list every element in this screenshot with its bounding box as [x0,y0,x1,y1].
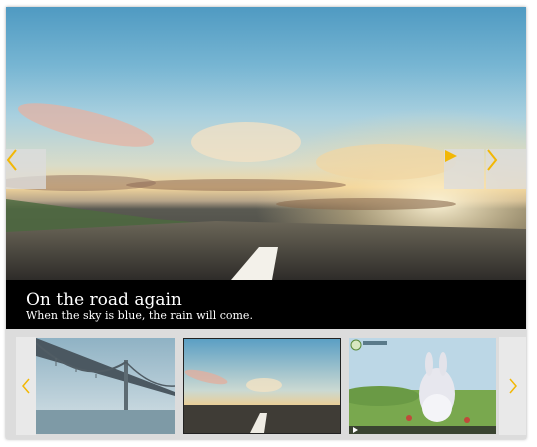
prev-slide-button[interactable] [6,149,46,189]
chevron-left-icon [6,149,17,171]
chevron-left-icon [22,378,30,394]
road-thumbnail-image [184,339,340,433]
road-landscape-image [6,7,526,280]
thumbnail-road[interactable] [183,338,341,434]
slide-caption: On the road again When the sky is blue, … [6,280,526,329]
bridge-thumbnail-image [36,338,175,434]
play-button[interactable] [444,149,484,189]
slide-title: On the road again [26,290,182,310]
chevron-right-icon [487,149,498,171]
chevron-right-icon [508,378,517,394]
thumbnails-prev-button[interactable] [16,337,36,435]
image-slider: On the road again When the sky is blue, … [6,7,526,439]
video-thumbnail-image [349,338,496,434]
thumbnail-bridge[interactable] [36,338,175,434]
slide-image[interactable] [6,7,526,280]
thumbnail-video[interactable] [349,338,496,434]
play-icon [445,150,457,162]
thumbnail-strip [6,329,526,439]
slide-subtitle: When the sky is blue, the rain will come… [26,309,253,322]
thumbnails-next-button[interactable] [499,337,526,435]
next-slide-button[interactable] [486,149,526,189]
